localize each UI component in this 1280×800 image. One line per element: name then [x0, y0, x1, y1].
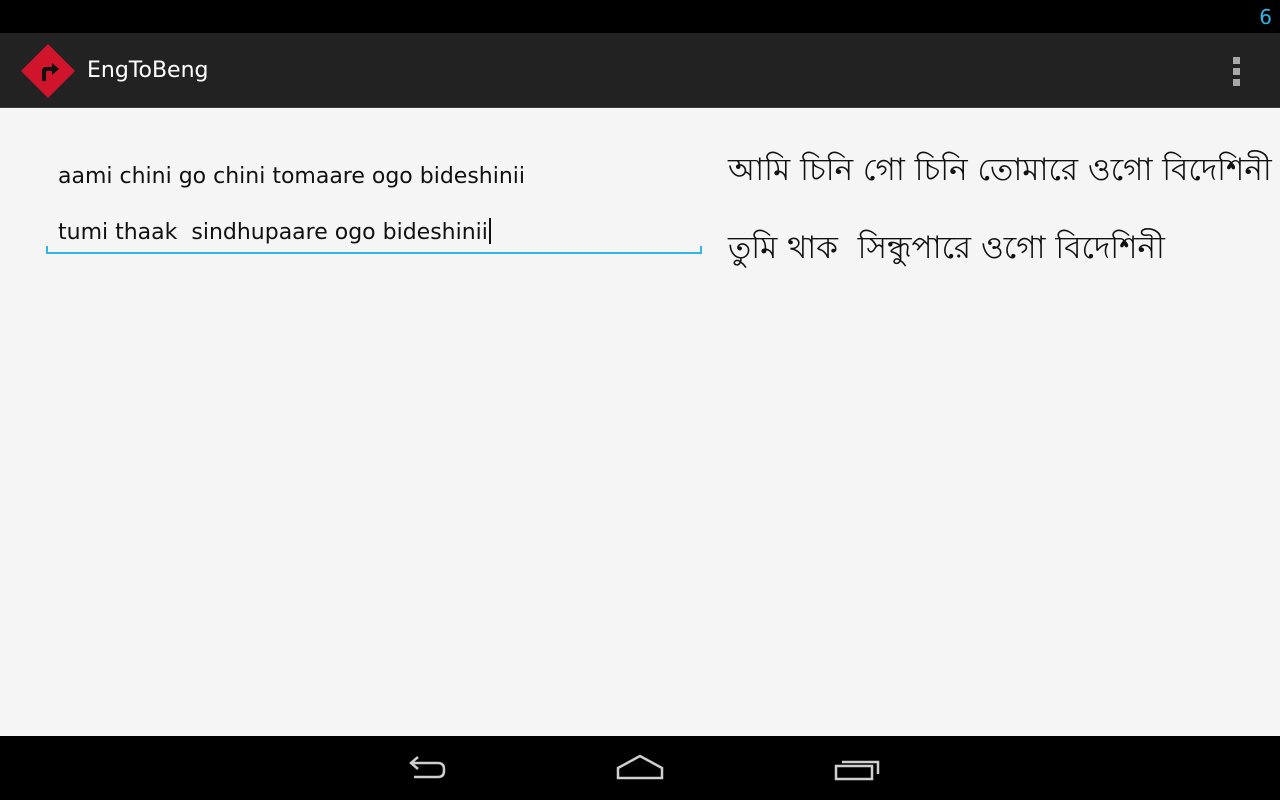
- input-line-text: tumi thaak sindhupaare ogo bideshinii: [58, 220, 488, 245]
- main-content: aami chini go chini tomaare ogo bideshin…: [0, 108, 1280, 736]
- input-underline-left-tick: [46, 246, 48, 254]
- english-input-field[interactable]: aami chini go chini tomaare ogo bideshin…: [46, 148, 702, 256]
- action-bar: EngToBeng: [0, 33, 1280, 108]
- back-icon: [409, 756, 446, 779]
- input-line: tumi thaak sindhupaare ogo bideshinii: [58, 218, 491, 248]
- bengali-output-line: আমি চিনি গো চিনি তোমারে ওগো বিদেশিনী: [728, 152, 1272, 188]
- home-button[interactable]: [608, 748, 672, 788]
- app-logo-icon[interactable]: [20, 43, 76, 99]
- bengali-output-line: তুমি থাক সিন্ধুপারে ওগো বিদেশিনী: [728, 230, 1165, 266]
- input-underline: [46, 252, 702, 254]
- status-clock: 6: [1259, 5, 1272, 29]
- recent-apps-button[interactable]: [825, 748, 889, 788]
- app-title: EngToBeng: [87, 58, 209, 83]
- input-line-text: aami chini go chini tomaare ogo bideshin…: [58, 164, 526, 189]
- recent-apps-icon: [834, 760, 880, 781]
- status-bar: 6: [0, 0, 1280, 33]
- input-line: aami chini go chini tomaare ogo bideshin…: [58, 162, 525, 192]
- input-underline-right-tick: [700, 246, 702, 254]
- text-cursor: [488, 218, 491, 244]
- overflow-menu-button[interactable]: [1218, 51, 1258, 91]
- home-icon: [616, 754, 664, 780]
- back-button[interactable]: [392, 748, 456, 788]
- navigation-bar: [0, 736, 1280, 800]
